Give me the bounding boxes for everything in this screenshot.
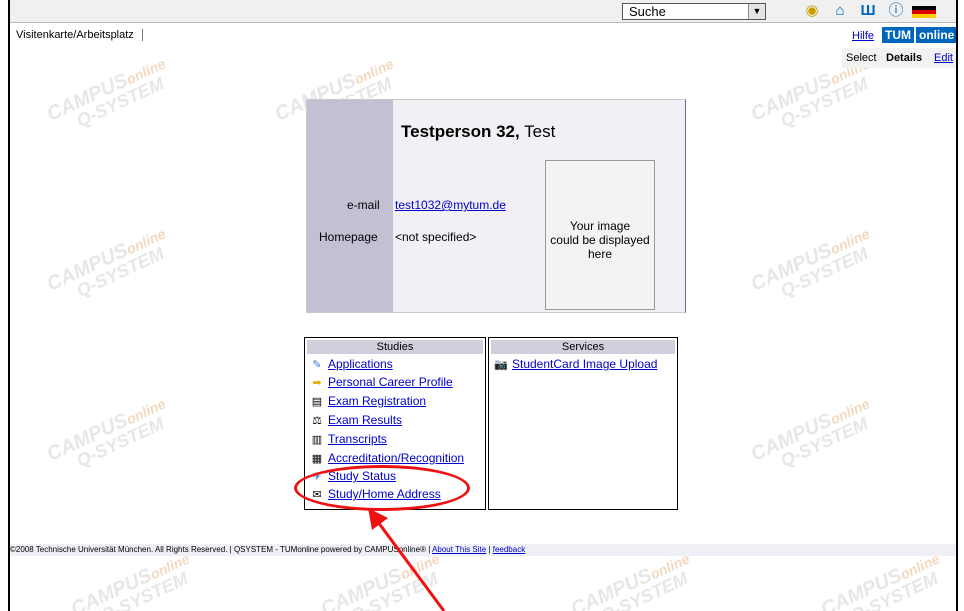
studies-item-exam-results[interactable]: ⚖ Exam Results (309, 412, 402, 428)
watermark: CAMPUSonlineQ-SYSTEM (43, 395, 168, 472)
online-logo-text: online (916, 27, 956, 43)
help-circle-icon[interactable]: ◉ (800, 2, 824, 20)
breadcrumb[interactable]: Visitenkarte/Arbeitsplatz (16, 29, 143, 41)
person-first-name: Test (524, 122, 556, 141)
person-name: Testperson 32, Test (401, 122, 555, 142)
document-icon: ▥ (311, 433, 323, 446)
photo-placeholder-line: Your image (569, 219, 631, 233)
footer-copyright: ©2008 Technische Universität München. Al… (10, 545, 431, 554)
services-panel: Services 📷 StudentCard Image Upload (488, 337, 678, 510)
home-icon[interactable]: ⌂ (828, 2, 852, 20)
chevron-down-icon[interactable]: ▼ (748, 4, 765, 19)
photo-placeholder-line: here (587, 247, 613, 261)
search-select-value: Suche (629, 4, 666, 19)
tum-online-logo[interactable]: TUM online (882, 27, 956, 43)
homepage-value: <not specified> (395, 230, 477, 244)
homepage-label: Homepage (319, 230, 378, 244)
photo-placeholder: Your image could be displayed here (545, 160, 655, 310)
nav-row: Visitenkarte/Arbeitsplatz Hilfe TUM onli… (10, 26, 956, 46)
top-toolbar: Suche ▼ ◉ ⌂ Ш ⓘ (10, 0, 956, 23)
camera-icon: 📷 (494, 358, 508, 371)
watermark: CAMPUSonlineQ-SYSTEM (747, 395, 872, 472)
watermark: CAMPUSonlineQ-SYSTEM (747, 225, 872, 302)
toolbar-icons: ◉ ⌂ Ш ⓘ (800, 1, 936, 21)
about-link[interactable]: About This Site (432, 545, 486, 554)
person-last-name: Testperson 32, (401, 122, 520, 141)
studies-item-career-profile[interactable]: ➡ Personal Career Profile (309, 374, 453, 390)
view-mode-bar: Select Details Edit (842, 48, 956, 68)
watermark: CAMPUSonlineQ-SYSTEM (43, 55, 168, 132)
annotation-ellipse (294, 465, 470, 511)
german-flag-icon[interactable] (912, 2, 936, 20)
mode-select[interactable]: Select (846, 52, 877, 64)
watermark: CAMPUSonlineQ-SYSTEM (317, 550, 442, 611)
watermark: CAMPUSonlineQ-SYSTEM (567, 550, 692, 611)
photo-placeholder-line: could be displayed (550, 233, 650, 247)
arrow-right-icon: ➡ (312, 376, 322, 389)
tum-logo-icon[interactable]: Ш (856, 2, 880, 20)
pencil-icon: ✎ (312, 358, 322, 371)
footer-separator: | (488, 545, 491, 554)
browser-frame: CAMPUSonlineQ-SYSTEM CAMPUSonlineQ-SYSTE… (8, 0, 958, 611)
services-item-studentcard-upload[interactable]: 📷 StudentCard Image Upload (493, 356, 657, 372)
services-item-label[interactable]: StudentCard Image Upload (512, 357, 657, 371)
email-label: e-mail (347, 198, 380, 212)
watermark: CAMPUSonlineQ-SYSTEM (817, 550, 942, 611)
studies-item-accreditation[interactable]: ▦ Accreditation/Recognition (309, 450, 464, 466)
studies-header: Studies (307, 340, 483, 354)
mode-details[interactable]: Details (886, 52, 922, 64)
help-link[interactable]: Hilfe (852, 30, 874, 42)
stamp-icon: ▦ (311, 452, 323, 465)
computer-icon: ▤ (311, 395, 323, 408)
studies-item-label[interactable]: Exam Registration (328, 394, 426, 408)
studies-item-label[interactable]: Applications (328, 357, 393, 371)
studies-item-exam-registration[interactable]: ▤ Exam Registration (309, 393, 426, 409)
studies-item-transcripts[interactable]: ▥ Transcripts (309, 431, 387, 447)
info-icon[interactable]: ⓘ (884, 2, 908, 20)
studies-item-label[interactable]: Transcripts (328, 432, 387, 446)
studies-item-applications[interactable]: ✎ Applications (309, 356, 393, 372)
studies-item-label[interactable]: Accreditation/Recognition (328, 451, 464, 465)
business-card: Testperson 32, Test e-mail test1032@mytu… (306, 99, 686, 313)
feedback-link[interactable]: feedback (493, 545, 525, 554)
tum-logo-text: TUM (882, 27, 914, 43)
watermark: CAMPUSonlineQ-SYSTEM (43, 225, 168, 302)
watermark: CAMPUSonlineQ-SYSTEM (67, 550, 192, 611)
email-link[interactable]: test1032@mytum.de (395, 198, 506, 212)
studies-item-label[interactable]: Personal Career Profile (328, 375, 453, 389)
footer: ©2008 Technische Universität München. Al… (10, 544, 956, 556)
scale-icon: ⚖ (312, 414, 322, 427)
studies-item-label[interactable]: Exam Results (328, 413, 402, 427)
services-header: Services (491, 340, 675, 354)
search-select[interactable]: Suche ▼ (622, 3, 766, 20)
mode-edit[interactable]: Edit (934, 52, 953, 64)
